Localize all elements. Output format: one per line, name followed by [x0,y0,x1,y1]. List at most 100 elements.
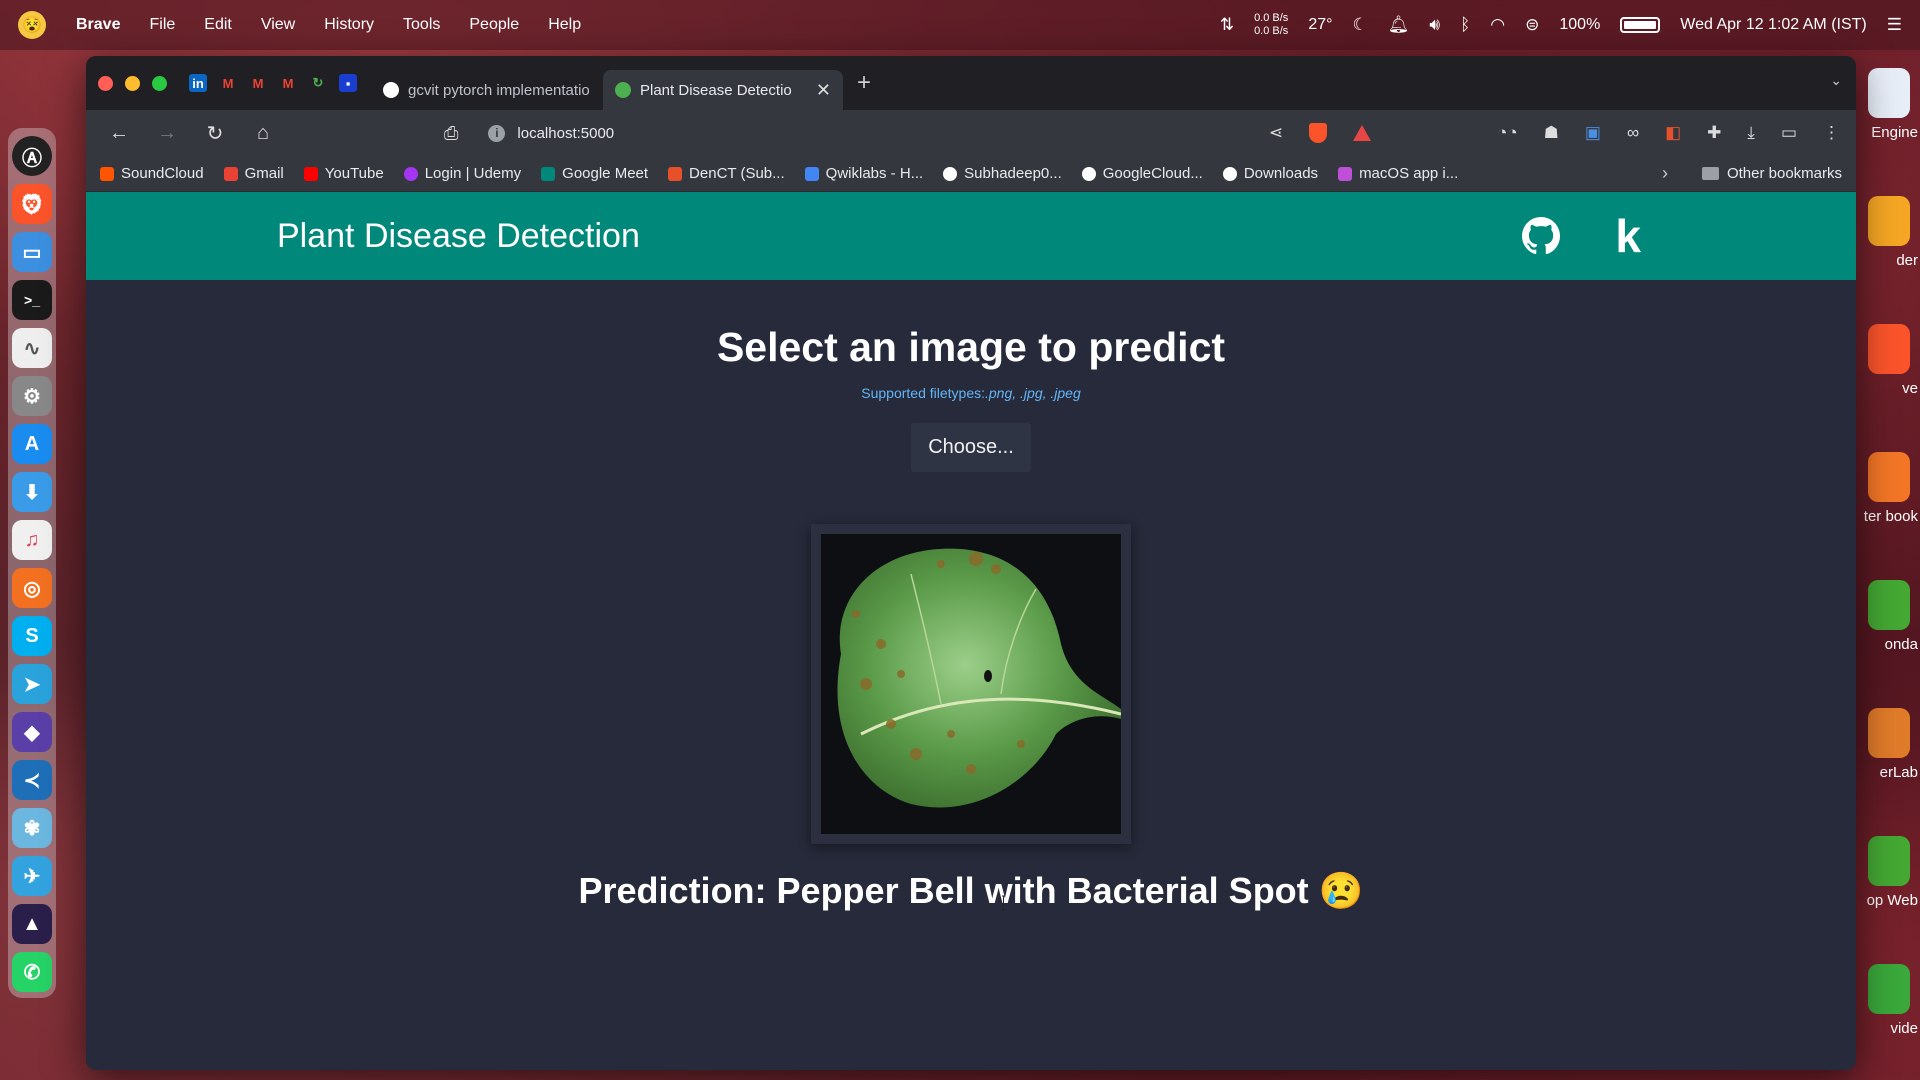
menu-file[interactable]: File [149,16,175,34]
brave-rewards-icon[interactable] [1353,125,1372,141]
dock-swift-icon[interactable]: ✈ [12,856,52,896]
back-button[interactable]: ← [102,116,136,150]
share-icon[interactable]: ⋖ [1269,123,1283,143]
dock-brave-icon[interactable]: 🦁︎ [12,184,52,224]
menu-app-brave[interactable]: Brave [76,16,120,34]
dock-app-store-icon[interactable]: A [12,424,52,464]
desktop-icon[interactable]: op Web [1860,828,1920,956]
emoji-menu-icon[interactable]: 😵 [18,11,46,39]
bookmark-denct[interactable]: DenCT (Sub... [668,165,785,182]
brave-shields-icon[interactable] [1309,123,1328,143]
dock-obsidian-icon[interactable]: ◆ [12,712,52,752]
wifi-icon[interactable]: ◠ [1490,15,1505,35]
close-window-button[interactable] [98,75,113,91]
menu-people[interactable]: People [469,16,519,34]
tab-gcvit[interactable]: gcvit pytorch implementatio [371,70,603,110]
pinned-tab-gmail-icon[interactable]: M [219,74,237,92]
dock-activity-monitor-icon[interactable]: ∿ [12,328,52,368]
bookmark-gmail[interactable]: Gmail [223,165,284,182]
site-info-icon[interactable]: i [488,124,506,142]
dock-telegram-icon[interactable]: ➤ [12,664,52,704]
text-cursor-icon [1002,895,1005,911]
forward-button[interactable]: → [150,116,184,150]
bookmark-subhadeep[interactable]: Subhadeep0... [943,165,1062,182]
github-icon[interactable] [1522,217,1561,255]
downloads-icon[interactable]: ⤓ [1747,123,1755,143]
extensions-puzzle-icon[interactable]: ✚ [1707,123,1721,143]
browser-menu-icon[interactable]: ⋮ [1823,123,1840,143]
dock-finder-folder-icon[interactable]: ▭ [12,232,52,272]
app-title[interactable]: Plant Disease Detection [277,217,640,256]
bookmark-qwiklabs[interactable]: Qwiklabs - H... [804,165,923,182]
control-center-icon[interactable]: ⊜ [1525,15,1539,35]
menu-edit[interactable]: Edit [204,16,232,34]
weather-temperature[interactable]: 27° [1308,16,1332,34]
dock-coral-icon[interactable]: ✾ [12,808,52,848]
macos-dock: Ⓐ 🦁︎ ▭ >_ ∿ ⚙ A ⬇ ♫ ◎ S ➤ ◆ ≺ ✾ ✈ ▲ ✆ [8,128,56,998]
extension-office-icon[interactable]: ◧ [1665,123,1681,143]
dock-vscode-icon[interactable]: ≺ [12,760,52,800]
tab-plant-disease[interactable]: Plant Disease Detectio ✕ [603,70,843,110]
menu-history[interactable]: History [324,16,374,34]
zoom-window-button[interactable] [152,75,167,91]
extension-screenshot-icon[interactable]: ▣ [1585,123,1601,143]
extension-glasses-icon[interactable]: ◔◔ [1497,123,1518,143]
menu-view[interactable]: View [261,16,295,34]
main-content: Select an image to predict Supported fil… [86,324,1856,912]
pinned-tab-gmail-icon[interactable]: M [249,74,267,92]
bluetooth-icon[interactable]: ᛒ [1460,15,1470,35]
menu-help[interactable]: Help [548,16,581,34]
bookmark-page-icon[interactable]: ⎙ [444,123,458,144]
desktop-icon[interactable]: der [1860,188,1920,316]
bookmark-googlecloud[interactable]: GoogleCloud... [1081,165,1203,182]
address-bar[interactable]: i localhost:5000 [488,124,1208,142]
bookmark-udemy[interactable]: Login | Udemy [403,165,521,182]
notification-bell-icon[interactable]: 🔔︎ [1388,15,1410,35]
dock-terminal-icon[interactable]: >_ [12,280,52,320]
extension-infinity-icon[interactable]: ∞ [1627,123,1639,143]
dock-sketch-icon[interactable]: ▲ [12,904,52,944]
desktop-icon[interactable]: erLab [1860,700,1920,828]
bookmark-soundcloud[interactable]: SoundCloud [100,165,204,182]
tab-search-chevron-icon[interactable]: ⌄ [1830,72,1842,89]
dock-system-settings-icon[interactable]: ⚙ [12,376,52,416]
extension-robot-icon[interactable]: ☗ [1544,123,1559,143]
bookmarks-overflow-chevron-icon[interactable]: › [1662,163,1668,184]
dock-affinity-icon[interactable]: Ⓐ [12,136,52,176]
dock-music-icon[interactable]: ♫ [12,520,52,560]
dock-skype-icon[interactable]: S [12,616,52,656]
home-button[interactable]: ⌂ [246,116,280,150]
minimize-window-button[interactable] [125,75,140,91]
macos-app-icon [1338,166,1353,181]
battery-icon[interactable] [1620,17,1661,33]
volume-icon[interactable]: 🔊︎ [1429,15,1440,35]
bookmark-macos-app[interactable]: macOS app i... [1338,165,1458,182]
menu-tools[interactable]: Tools [403,16,440,34]
desktop-icon[interactable]: ve [1860,316,1920,444]
pinned-tab-gmail-icon[interactable]: M [279,74,297,92]
menu-list-icon[interactable]: ☰ [1887,15,1902,35]
bookmark-downloads[interactable]: Downloads [1222,165,1318,182]
close-tab-icon[interactable]: ✕ [816,80,831,101]
bookmark-youtube[interactable]: YouTube [303,165,384,182]
choose-file-button[interactable]: Choose... [911,423,1031,472]
desktop-icon[interactable]: vide [1860,956,1920,1080]
clock-datetime[interactable]: Wed Apr 12 1:02 AM (IST) [1680,16,1866,34]
kaggle-icon[interactable]: k [1615,213,1641,259]
network-speed[interactable]: 0.0 B/s 0.0 B/s [1254,12,1288,38]
moon-icon[interactable]: ☾ [1353,15,1368,35]
desktop-icon[interactable]: Engine [1860,60,1920,188]
reload-button[interactable]: ↻ [198,116,232,150]
pinned-tab-refresh-icon[interactable]: ↻ [309,74,327,92]
other-bookmarks[interactable]: Other bookmarks [1701,165,1842,182]
dock-whatsapp-icon[interactable]: ✆ [12,952,52,992]
wallet-icon[interactable]: ▭ [1781,123,1797,143]
pinned-tab-doc-icon[interactable]: ▪ [339,74,357,92]
new-tab-button[interactable]: + [857,69,871,97]
dock-ubuntu-icon[interactable]: ◎ [12,568,52,608]
pinned-tab-linkedin-icon[interactable]: in [189,74,207,92]
bookmark-google-meet[interactable]: Google Meet [541,165,648,182]
dock-downloader-icon[interactable]: ⬇ [12,472,52,512]
desktop-icon[interactable]: onda [1860,572,1920,700]
desktop-icon[interactable]: ter book [1860,444,1920,572]
